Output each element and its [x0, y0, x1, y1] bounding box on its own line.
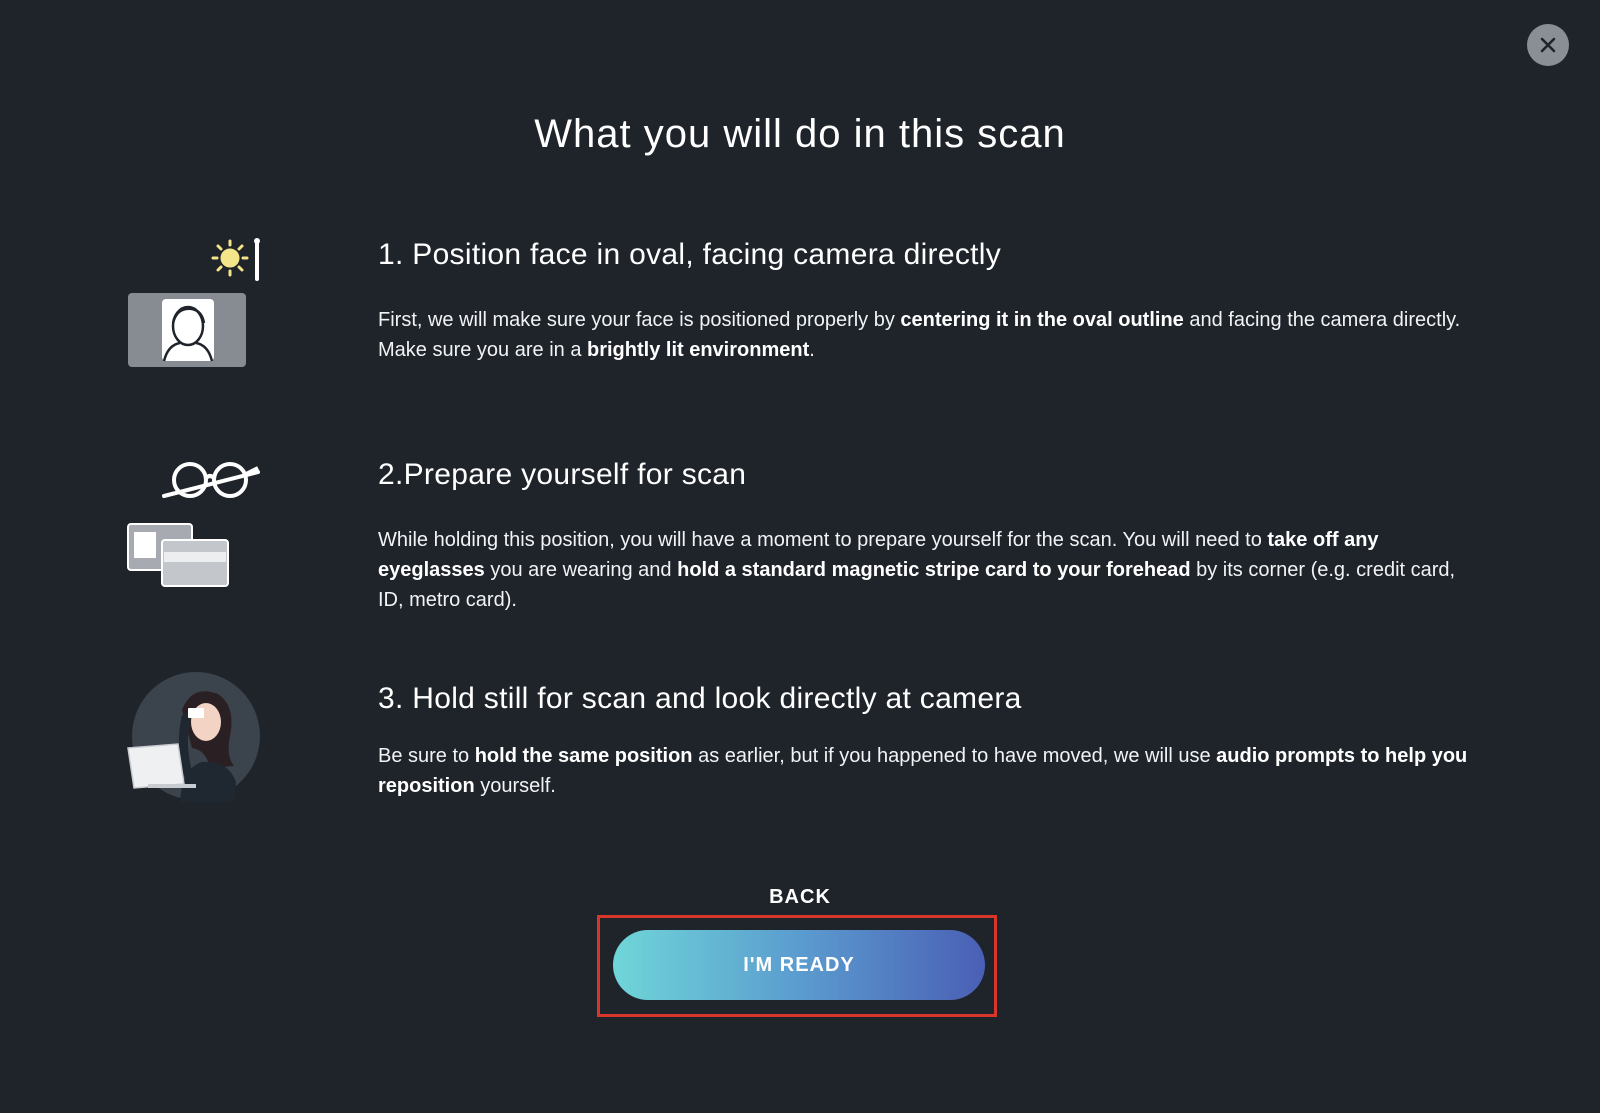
body-text: First, we will make sure your face is po…	[378, 309, 901, 331]
step-2-heading: 2.Prepare yourself for scan	[378, 458, 747, 491]
scan-instructions-page: What you will do in this scan 1. Positio…	[0, 0, 1600, 1113]
body-text: yourself.	[474, 775, 556, 797]
no-glasses-card-icon	[122, 456, 272, 592]
body-text: you are wearing and	[484, 559, 678, 581]
emphasis-text: centering it in the oval outline	[900, 309, 1184, 331]
step-3-body: Be sure to hold the same position as ear…	[378, 741, 1478, 801]
close-icon	[1540, 37, 1556, 53]
step-1-body: First, we will make sure your face is po…	[378, 305, 1478, 365]
body-text: as earlier, but if you happened to have …	[692, 745, 1217, 767]
step-1-heading: 1. Position face in oval, facing camera …	[378, 238, 1002, 271]
page-title: What you will do in this scan	[534, 112, 1066, 156]
body-text: While holding this position, you will ha…	[378, 529, 1268, 551]
body-text: .	[809, 339, 815, 361]
emphasis-text: hold the same position	[474, 745, 693, 767]
body-text: Be sure to	[378, 745, 475, 767]
back-button[interactable]: BACK	[0, 886, 1600, 909]
close-button[interactable]	[1527, 24, 1569, 66]
face-oval-sun-icon	[122, 233, 272, 373]
emphasis-text: hold a standard magnetic stripe card to …	[677, 559, 1191, 581]
person-holding-card-icon	[122, 670, 272, 810]
im-ready-button[interactable]: I'M READY	[613, 930, 985, 1000]
step-3-heading: 3. Hold still for scan and look directly…	[378, 682, 1022, 715]
step-2-body: While holding this position, you will ha…	[378, 525, 1478, 615]
emphasis-text: brightly lit environment	[587, 339, 810, 361]
